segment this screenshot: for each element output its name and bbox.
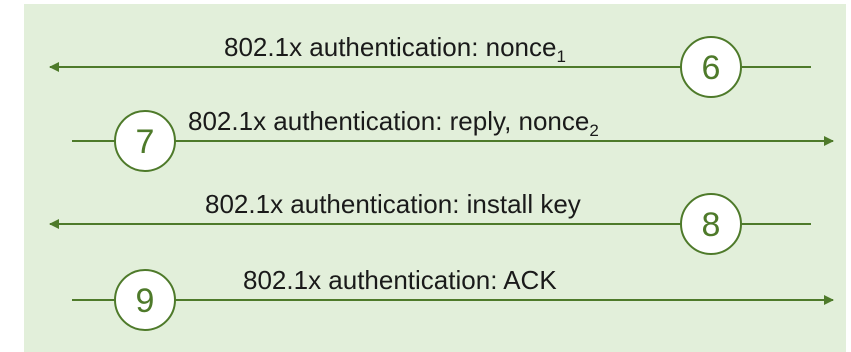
message-label: 802.1x authentication: reply, nonce2 (188, 106, 599, 140)
message-label: 802.1x authentication: install key (205, 189, 581, 219)
step-number: 8 (702, 206, 721, 244)
step-marker-8: 8 (680, 193, 742, 255)
message-sequence-diagram: 802.1x authentication: nonce1 6 802.1x a… (24, 4, 846, 352)
step-number: 9 (136, 282, 155, 320)
step-marker-6: 6 (680, 36, 742, 98)
step-number: 7 (136, 123, 155, 161)
diagram-canvas: 802.1x authentication: nonce1 6 802.1x a… (0, 0, 851, 352)
step-marker-7: 7 (114, 110, 176, 172)
message-label: 802.1x authentication: ACK (243, 265, 557, 295)
step-marker-9: 9 (114, 269, 176, 331)
step-number: 6 (702, 49, 721, 87)
message-label: 802.1x authentication: nonce1 (224, 32, 566, 66)
